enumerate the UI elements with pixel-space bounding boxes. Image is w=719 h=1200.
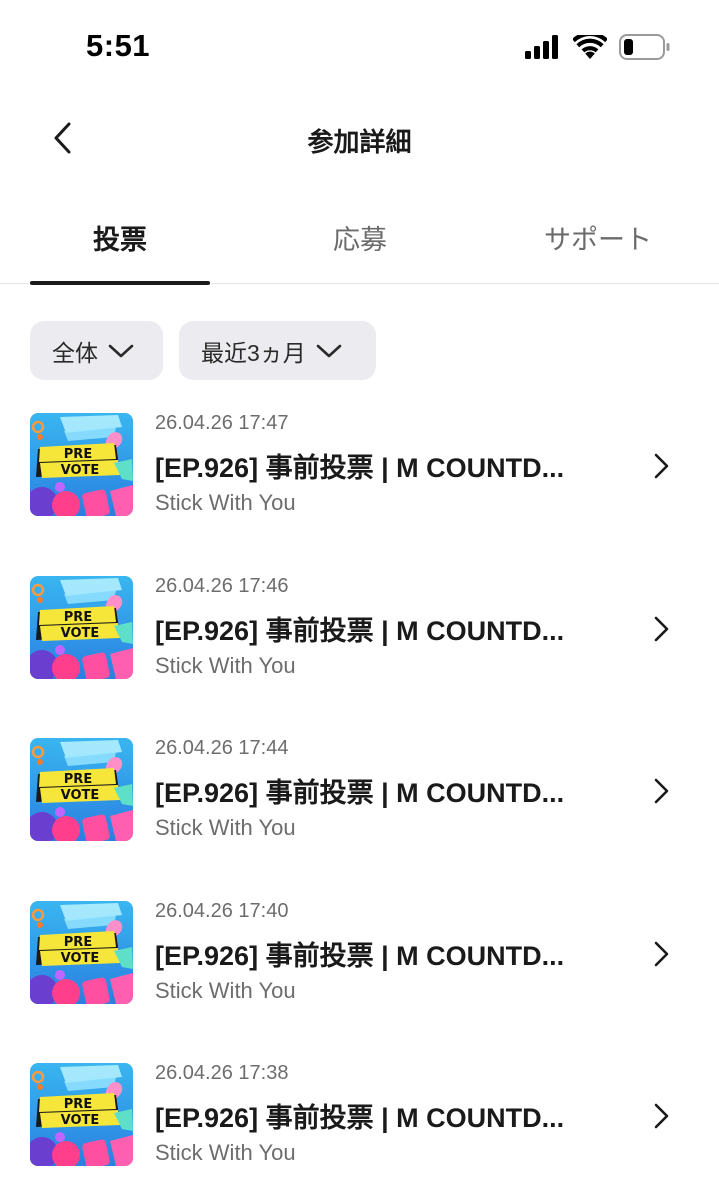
item-time: 26.04.26 17:44 bbox=[155, 737, 289, 759]
item-subtitle: Stick With You bbox=[155, 652, 296, 678]
thumb-text-vote: VOTE bbox=[61, 626, 100, 641]
battery-icon bbox=[619, 34, 670, 60]
item-time: 26.04.26 17:46 bbox=[155, 574, 289, 597]
header: 参加詳細 bbox=[0, 100, 719, 176]
thumb-text-pre: PRE bbox=[64, 447, 92, 462]
thumb-text-pre: PRE bbox=[64, 772, 92, 787]
filter-bar: 全体 最近3ヵ月 bbox=[30, 321, 376, 380]
status-icons bbox=[525, 34, 671, 60]
list-item[interactable]: PRE VOTE 26.04.26 17:38 [EP.926] 事前投票 | … bbox=[0, 1052, 719, 1200]
vote-thumbnail: PRE VOTE bbox=[30, 413, 133, 516]
chevron-right-icon bbox=[654, 453, 669, 479]
filter-period-dropdown[interactable]: 最近3ヵ月 bbox=[179, 321, 376, 380]
filter-category-label: 全体 bbox=[52, 339, 98, 366]
status-bar: 5:51 bbox=[0, 0, 719, 95]
list-item[interactable]: PRE VOTE 26.04.26 17:46 [EP.926] 事前投票 | … bbox=[0, 565, 719, 728]
item-time: 26.04.26 17:40 bbox=[155, 899, 289, 922]
tab-bar: 投票 応募 サポート bbox=[0, 196, 719, 285]
thumb-text-pre: PRE bbox=[64, 1097, 92, 1112]
status-time: 5:51 bbox=[86, 28, 151, 63]
tab-support[interactable]: サポート bbox=[508, 218, 688, 257]
chevron-down-icon bbox=[316, 344, 342, 357]
thumb-text-vote: VOTE bbox=[61, 1113, 100, 1128]
thumb-text-vote: VOTE bbox=[61, 951, 100, 966]
item-title: [EP.926] 事前投票 | M COUNTD... bbox=[155, 453, 565, 483]
item-title: [EP.926] 事前投票 | M COUNTD... bbox=[155, 1103, 565, 1133]
vote-thumbnail: PRE VOTE bbox=[30, 575, 133, 679]
vote-thumbnail: PRE VOTE bbox=[30, 1063, 133, 1166]
item-time: 26.04.26 17:38 bbox=[155, 1062, 289, 1084]
item-subtitle: Stick With You bbox=[155, 1140, 296, 1165]
item-title: [EP.926] 事前投票 | M COUNTD... bbox=[155, 615, 565, 646]
chevron-down-icon bbox=[108, 344, 134, 357]
thumb-text-vote: VOTE bbox=[61, 788, 100, 803]
list-item[interactable]: PRE VOTE 26.04.26 17:47 [EP.926] 事前投票 | … bbox=[0, 402, 719, 565]
item-subtitle: Stick With You bbox=[155, 490, 296, 515]
wifi-icon bbox=[573, 34, 607, 59]
item-subtitle: Stick With You bbox=[155, 815, 296, 840]
tab-apply[interactable]: 応募 bbox=[270, 218, 450, 257]
participation-list: PRE VOTE 26.04.26 17:47 [EP.926] 事前投票 | … bbox=[0, 402, 719, 1200]
chevron-right-icon bbox=[654, 778, 669, 804]
page-title: 参加詳細 bbox=[307, 127, 412, 157]
vote-thumbnail: PRE VOTE bbox=[30, 738, 133, 841]
thumb-text-pre: PRE bbox=[64, 935, 92, 950]
tab-vote[interactable]: 投票 bbox=[30, 218, 210, 257]
item-subtitle: Stick With You bbox=[155, 977, 296, 1003]
chevron-right-icon bbox=[654, 941, 669, 966]
signal-icon bbox=[525, 35, 558, 59]
chevron-right-icon bbox=[654, 616, 669, 641]
list-item[interactable]: PRE VOTE 26.04.26 17:40 [EP.926] 事前投票 | … bbox=[0, 890, 719, 1053]
active-tab-indicator bbox=[30, 281, 210, 285]
item-title: [EP.926] 事前投票 | M COUNTD... bbox=[155, 778, 565, 808]
item-title: [EP.926] 事前投票 | M COUNTD... bbox=[155, 940, 565, 971]
thumb-text-vote: VOTE bbox=[61, 463, 100, 478]
item-time: 26.04.26 17:47 bbox=[155, 412, 289, 434]
filter-period-label: 最近3ヵ月 bbox=[201, 339, 306, 366]
thumb-text-pre: PRE bbox=[64, 610, 92, 625]
vote-thumbnail: PRE VOTE bbox=[30, 900, 133, 1004]
chevron-right-icon bbox=[654, 1103, 669, 1129]
list-item[interactable]: PRE VOTE 26.04.26 17:44 [EP.926] 事前投票 | … bbox=[0, 727, 719, 890]
filter-category-dropdown[interactable]: 全体 bbox=[30, 321, 163, 380]
